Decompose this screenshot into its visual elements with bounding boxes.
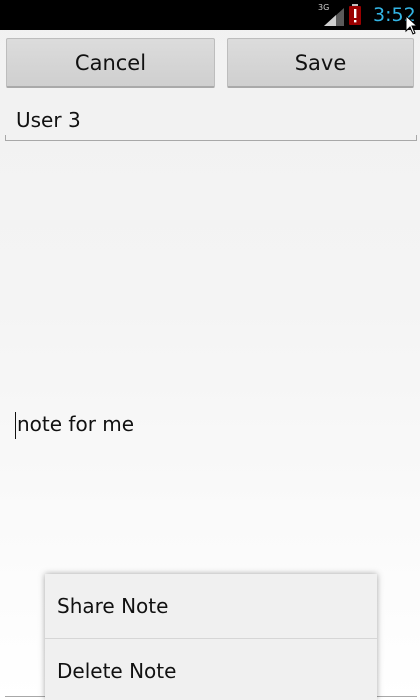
battery-alert-icon bbox=[348, 4, 364, 26]
text-cursor bbox=[15, 412, 16, 439]
menu-item-share-note[interactable]: Share Note bbox=[45, 574, 377, 638]
context-menu: Share Note Delete Note bbox=[45, 574, 377, 700]
network-indicator: 3G bbox=[318, 3, 344, 26]
save-button-label: Save bbox=[294, 50, 347, 75]
mouse-cursor-icon bbox=[405, 15, 419, 35]
menu-item-label: Delete Note bbox=[57, 659, 177, 683]
menu-item-label: Share Note bbox=[57, 594, 169, 618]
save-button[interactable]: Save bbox=[227, 38, 414, 88]
status-bar: 3G 3:52 bbox=[0, 0, 420, 35]
note-title-text: User 3 bbox=[16, 108, 81, 132]
note-title-field[interactable]: User 3 bbox=[5, 100, 417, 141]
signal-icon bbox=[324, 8, 344, 26]
cancel-button[interactable]: Cancel bbox=[6, 38, 215, 88]
menu-item-delete-note[interactable]: Delete Note bbox=[45, 639, 377, 700]
cancel-button-label: Cancel bbox=[74, 50, 147, 75]
note-body-text: note for me bbox=[17, 412, 135, 436]
